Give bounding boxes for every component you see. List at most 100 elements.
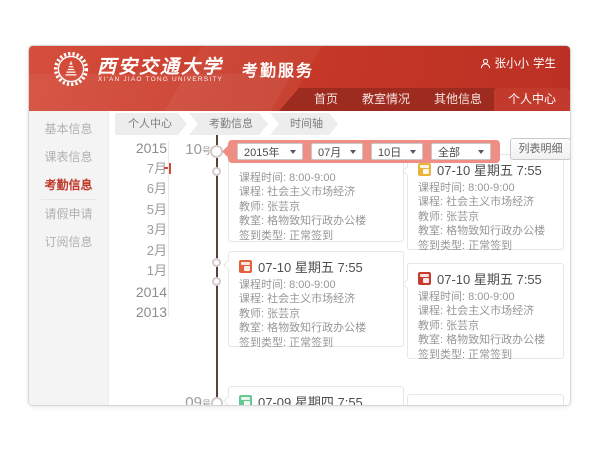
card-line-checkin-type: 签到类型: 正常签到 (418, 239, 553, 253)
timeline-node (212, 167, 221, 176)
calendar-icon (418, 163, 431, 176)
user-name: 张小小 (495, 55, 530, 71)
app-window: 西安交通大学 XI'AN JIAO TONG UNIVERSITY 考勤服务 张… (28, 45, 571, 406)
timeline-month-item[interactable]: 6月 (123, 179, 167, 200)
day-number: 10 (185, 141, 202, 158)
card-line-classroom: 教室: 格物致知行政办公楼 (418, 224, 553, 238)
breadcrumb: 个人中心 考勤信息 时间轴 (115, 113, 338, 135)
card-details: 课程时间: 8:00-9:00 课程: 社会主义市场经济 教师: 张芸京 教室:… (418, 290, 553, 362)
card-line-course: 课程: 社会主义市场经济 (418, 304, 553, 318)
filter-bar: 2015年 07月 10日 全部 (228, 140, 500, 163)
day-dropdown[interactable]: 10日 (371, 143, 423, 160)
sidebar-item-basic-info[interactable]: 基本信息 (29, 115, 108, 143)
card-header: 07-10 星期五 7:55 (418, 270, 553, 287)
calendar-icon (418, 272, 431, 285)
breadcrumb-attendance[interactable]: 考勤信息 (189, 113, 268, 135)
sidebar-item-leave-request[interactable]: 请假申请 (29, 200, 108, 228)
attendance-card: 07-10 星期五 7:55 课程时间: 8:00-9:00 课程: 社会主义市… (407, 263, 564, 359)
nav-item-other-info[interactable]: 其他信息 (422, 88, 494, 111)
main-nav: 首页 教室情况 其他信息 个人中心 (279, 88, 570, 111)
card-line-teacher: 教师: 张芸京 (418, 319, 553, 333)
card-line-course: 课程: 社会主义市场经济 (239, 185, 393, 199)
card-line-course-time: 课程时间: 8:00-9:00 (239, 171, 393, 185)
card-line-checkin-type: 签到类型: 正常签到 (239, 336, 393, 350)
chevron-down-icon (290, 150, 296, 154)
timeline-node (212, 258, 221, 267)
attendance-card-partial (407, 394, 564, 405)
month-dropdown-value: 07月 (318, 144, 341, 160)
university-name-cn: 西安交通大学 (97, 52, 223, 79)
calendar-icon (239, 260, 252, 273)
sidebar-item-timetable[interactable]: 课表信息 (29, 143, 108, 171)
app-header: 西安交通大学 XI'AN JIAO TONG UNIVERSITY 考勤服务 张… (29, 46, 570, 111)
card-header: 07-09 星期四 7:55 (239, 393, 393, 405)
attendance-card: 07-10 星期五 7:55 课程时间: 8:00-9:00 课程: 社会主义市… (407, 154, 564, 250)
card-notch (223, 395, 234, 405)
card-line-course-time: 课程时间: 8:00-9:00 (418, 290, 553, 304)
card-title: 07-09 星期四 7:55 (258, 392, 363, 405)
timeline-day-label-10: 10号 (173, 141, 211, 159)
attendance-card: 课程时间: 8:00-9:00 课程: 社会主义市场经济 教师: 张芸京 教室:… (228, 159, 404, 242)
card-line-classroom: 教室: 格物致知行政办公楼 (239, 214, 393, 228)
card-line-classroom: 教室: 格物致知行政办公楼 (239, 321, 393, 335)
timeline-month-item[interactable]: 3月 (123, 220, 167, 241)
university-name-en: XI'AN JIAO TONG UNIVERSITY (98, 76, 223, 83)
card-line-course: 课程: 社会主义市场经济 (418, 195, 553, 209)
sidebar-item-subscription[interactable]: 订阅信息 (29, 228, 108, 256)
month-list-divider (168, 141, 169, 317)
card-line-teacher: 教师: 张芸京 (239, 200, 393, 214)
chevron-down-icon (410, 150, 416, 154)
month-dropdown[interactable]: 07月 (311, 143, 363, 160)
nav-item-classrooms[interactable]: 教室情况 (350, 88, 422, 111)
breadcrumb-timeline[interactable]: 时间轴 (270, 113, 338, 135)
timeline-node (212, 277, 221, 286)
current-month-marker (169, 163, 171, 174)
day-number: 09 (185, 394, 202, 405)
card-title: 07-10 星期五 7:55 (258, 257, 363, 276)
year-dropdown[interactable]: 2015年 (237, 143, 303, 160)
card-line-checkin-type: 签到类型: 正常签到 (418, 348, 553, 362)
timeline-month-item[interactable]: 1月 (123, 261, 167, 282)
sidebar: 基本信息 课表信息 考勤信息 请假申请 订阅信息 (29, 111, 109, 405)
timeline-node (210, 145, 223, 158)
year-dropdown-value: 2015年 (244, 144, 279, 160)
nav-item-personal-center[interactable]: 个人中心 (494, 88, 570, 111)
timeline-day-label-09: 09号 (173, 394, 211, 405)
nav-item-home[interactable]: 首页 (302, 88, 350, 111)
timeline-month-item[interactable]: 5月 (123, 200, 167, 221)
timeline-year-item[interactable]: 2013 (123, 302, 167, 323)
chevron-down-icon (350, 150, 356, 154)
filter-bar-notch (222, 145, 235, 158)
day-dropdown-value: 10日 (378, 144, 401, 160)
card-line-teacher: 教师: 张芸京 (418, 210, 553, 224)
card-header: 07-10 星期五 7:55 (239, 258, 393, 275)
calendar-icon (239, 395, 252, 405)
timeline-month-item[interactable]: 7月 (123, 159, 167, 180)
card-notch (223, 259, 234, 270)
card-line-teacher: 教师: 张芸京 (239, 307, 393, 321)
user-info[interactable]: 张小小 学生 (480, 55, 557, 71)
app-title: 考勤服务 (242, 57, 314, 81)
content-area: 基本信息 课表信息 考勤信息 请假申请 订阅信息 个人中心 考勤信息 时间轴 2… (29, 111, 570, 405)
timeline-month-item[interactable]: 2月 (123, 241, 167, 262)
card-line-classroom: 教室: 格物致知行政办公楼 (418, 333, 553, 347)
card-header: 07-10 星期五 7:55 (418, 161, 553, 178)
breadcrumb-personal-center[interactable]: 个人中心 (115, 113, 187, 135)
university-seal-icon (53, 51, 89, 87)
timeline-year-item[interactable]: 2015 (123, 138, 167, 159)
attendance-card: 07-09 星期四 7:55 (228, 386, 404, 405)
category-dropdown[interactable]: 全部 (431, 143, 491, 160)
day-unit: 号 (202, 399, 211, 405)
card-line-course: 课程: 社会主义市场经济 (239, 292, 393, 306)
card-title: 07-10 星期五 7:55 (437, 269, 542, 288)
sidebar-item-attendance[interactable]: 考勤信息 (29, 171, 108, 199)
card-line-course-time: 课程时间: 8:00-9:00 (418, 181, 553, 195)
user-role: 学生 (533, 55, 556, 71)
card-line-course-time: 课程时间: 8:00-9:00 (239, 278, 393, 292)
timeline-year-item[interactable]: 2014 (123, 282, 167, 303)
timeline-node (211, 397, 223, 405)
card-details: 课程时间: 8:00-9:00 课程: 社会主义市场经济 教师: 张芸京 教室:… (239, 278, 393, 350)
list-detail-button[interactable]: 列表明细 (510, 138, 570, 160)
chevron-down-icon (478, 150, 484, 154)
card-line-checkin-type: 签到类型: 正常签到 (239, 229, 393, 243)
